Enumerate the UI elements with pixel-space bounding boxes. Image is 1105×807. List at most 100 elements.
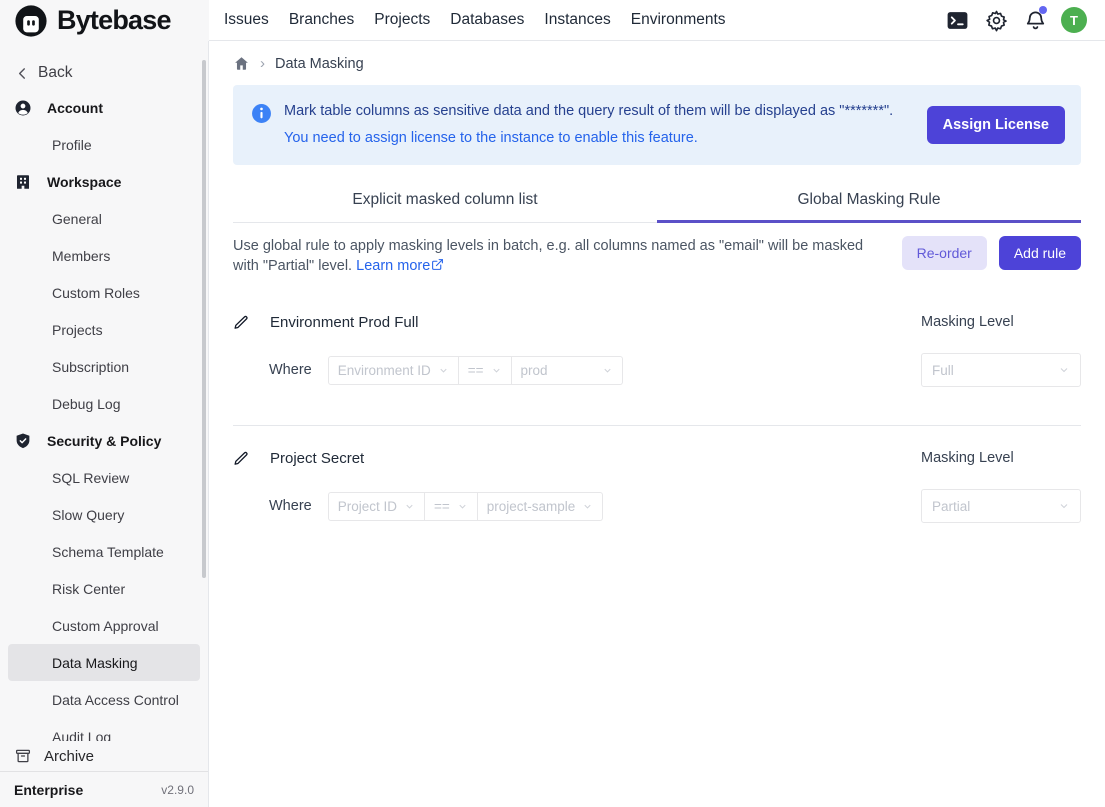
sidebar-item-archive[interactable]: Archive [0, 741, 208, 771]
info-icon [251, 103, 272, 124]
sidebar-scrollbar[interactable] [202, 60, 206, 578]
rules-actions: Re-order Add rule [902, 236, 1081, 276]
masking-rule-card: Project Secret Masking Level Where Proje… [233, 450, 1081, 523]
sidebar-section-account: Account [0, 89, 208, 126]
sidebar-section-workspace: Workspace [0, 163, 208, 200]
tab-explicit-masked-column-list[interactable]: Explicit masked column list [233, 180, 657, 222]
chevron-down-icon [602, 365, 613, 376]
masking-tabs: Explicit masked column list Global Maski… [233, 180, 1081, 223]
edition-label: Enterprise [14, 782, 83, 798]
bell-icon[interactable] [1022, 7, 1048, 33]
sidebar-item-slow-query[interactable]: Slow Query [0, 496, 208, 533]
chevron-down-icon [1058, 500, 1070, 512]
add-rule-button[interactable]: Add rule [999, 236, 1081, 270]
condition-value-select[interactable]: project-sample [478, 492, 604, 521]
rules-description: Use global rule to apply masking levels … [233, 236, 882, 276]
chevron-down-icon [404, 501, 415, 512]
chevron-left-icon [14, 65, 31, 82]
back-button[interactable]: Back [0, 57, 208, 89]
bytebase-logo-icon [14, 4, 48, 38]
avatar[interactable]: T [1061, 7, 1087, 33]
sidebar-item-schema-template[interactable]: Schema Template [0, 533, 208, 570]
reorder-button[interactable]: Re-order [902, 236, 987, 270]
masking-level-label: Masking Level [921, 450, 1081, 467]
main-content: › Data Masking Mark table columns as sen… [209, 41, 1105, 807]
nav-issues[interactable]: Issues [224, 11, 269, 29]
gear-icon[interactable] [983, 7, 1009, 33]
sidebar-item-custom-roles[interactable]: Custom Roles [0, 274, 208, 311]
brand-name: Bytebase [57, 5, 171, 36]
top-bar: Bytebase Issues Branches Projects Databa… [0, 0, 1105, 41]
sidebar-item-general[interactable]: General [0, 200, 208, 237]
sidebar-section-security-policy: Security & Policy [0, 422, 208, 459]
license-banner: Mark table columns as sensitive data and… [233, 85, 1081, 165]
banner-line-1: Mark table columns as sensitive data and… [284, 98, 915, 125]
breadcrumb: › Data Masking [233, 41, 1081, 72]
condition-value-select[interactable]: prod [512, 356, 623, 385]
sidebar-item-members[interactable]: Members [0, 237, 208, 274]
sidebar-item-subscription[interactable]: Subscription [0, 348, 208, 385]
where-label: Where [269, 498, 312, 514]
rule-title-row: Environment Prod Full [233, 314, 921, 331]
breadcrumb-page: Data Masking [275, 56, 364, 72]
chevron-down-icon [1058, 364, 1070, 376]
chevron-down-icon [438, 365, 449, 376]
sidebar-scroll-area: Back Account Profile Workspace General M… [0, 41, 208, 741]
banner-text: Mark table columns as sensitive data and… [284, 98, 915, 152]
rule-condition-row: Where Environment ID == prod [233, 353, 921, 387]
masking-level-label: Masking Level [921, 314, 1081, 331]
main-nav: Issues Branches Projects Databases Insta… [209, 0, 1105, 41]
chevron-down-icon [582, 501, 593, 512]
banner-line-2: You need to assign license to the instan… [284, 125, 915, 152]
condition-factor-select[interactable]: Environment ID [328, 356, 459, 385]
user-icon [14, 99, 32, 117]
rule-divider [233, 425, 1081, 426]
masking-rule-card: Environment Prod Full Masking Level Wher… [233, 314, 1081, 387]
tab-global-masking-rule[interactable]: Global Masking Rule [657, 180, 1081, 222]
rule-title: Project Secret [270, 450, 364, 467]
sidebar-item-audit-log[interactable]: Audit Log [0, 718, 208, 741]
sidebar-footer: Enterprise v2.9.0 [0, 771, 208, 807]
sidebar-item-risk-center[interactable]: Risk Center [0, 570, 208, 607]
condition-operator-select[interactable]: == [425, 492, 478, 521]
chevron-right-icon: › [260, 55, 265, 72]
sidebar-item-data-access-control[interactable]: Data Access Control [0, 681, 208, 718]
assign-license-button[interactable]: Assign License [927, 106, 1065, 144]
condition-operator-select[interactable]: == [459, 356, 512, 385]
shield-check-icon [14, 432, 32, 450]
nav-databases[interactable]: Databases [450, 11, 524, 29]
version-label: v2.9.0 [161, 783, 194, 797]
sidebar-item-sql-review[interactable]: SQL Review [0, 459, 208, 496]
sidebar-item-debug-log[interactable]: Debug Log [0, 385, 208, 422]
sidebar-item-data-masking[interactable]: Data Masking [8, 644, 200, 681]
nav-projects[interactable]: Projects [374, 11, 430, 29]
condition-factor-select[interactable]: Project ID [328, 492, 425, 521]
sidebar-item-custom-approval[interactable]: Custom Approval [0, 607, 208, 644]
sidebar-item-projects[interactable]: Projects [0, 311, 208, 348]
terminal-icon[interactable] [944, 7, 970, 33]
rules-toolbar: Use global rule to apply masking levels … [233, 236, 1081, 276]
rule-title: Environment Prod Full [270, 314, 418, 331]
external-link-icon [431, 258, 444, 271]
settings-sidebar: Back Account Profile Workspace General M… [0, 41, 209, 807]
pencil-icon[interactable] [233, 314, 250, 331]
nav-branches[interactable]: Branches [289, 11, 354, 29]
chevron-down-icon [457, 501, 468, 512]
rule-title-row: Project Secret [233, 450, 921, 467]
learn-more-link[interactable]: Learn more [356, 258, 444, 274]
nav-instances[interactable]: Instances [544, 11, 610, 29]
bytebase-logo[interactable]: Bytebase [0, 0, 209, 41]
top-right-actions: T [944, 7, 1105, 33]
sidebar-item-profile[interactable]: Profile [0, 126, 208, 163]
pencil-icon[interactable] [233, 450, 250, 467]
building-icon [14, 173, 32, 191]
condition-group: Environment ID == prod [328, 356, 623, 385]
condition-group: Project ID == project-sample [328, 492, 604, 521]
home-icon[interactable] [233, 55, 250, 72]
rule-condition-row: Where Project ID == project-sample [233, 489, 921, 523]
archive-box-icon [14, 747, 32, 765]
chevron-down-icon [491, 365, 502, 376]
masking-level-select[interactable]: Full [921, 353, 1081, 387]
nav-environments[interactable]: Environments [631, 11, 726, 29]
masking-level-select[interactable]: Partial [921, 489, 1081, 523]
